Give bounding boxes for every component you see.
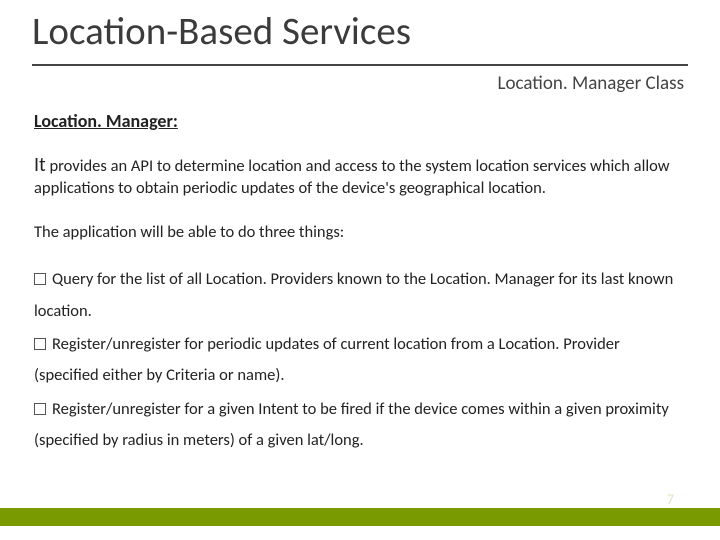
- square-bullet-icon: [34, 403, 46, 415]
- footer-accent-bar: [0, 508, 720, 526]
- square-bullet-icon: [34, 338, 46, 350]
- bullet-text: Query for the list of all Location. Prov…: [34, 269, 673, 320]
- slide-body: It provides an API to determine location…: [34, 152, 686, 458]
- bullet-list: Query for the list of all Location. Prov…: [34, 264, 686, 456]
- paragraph-three-things: The application will be able to do three…: [34, 222, 686, 242]
- paragraph-intro-rest: provides an API to determine location an…: [34, 156, 670, 198]
- bullet-text: Register/unregister for a given Intent t…: [34, 399, 669, 450]
- title-underline: [32, 64, 688, 66]
- section-heading: Location. Manager:: [34, 110, 178, 132]
- paragraph-intro-lead: It: [34, 153, 46, 177]
- square-bullet-icon: [34, 273, 46, 285]
- bullet-item: Register/unregister for periodic updates…: [34, 329, 686, 392]
- paragraph-intro: It provides an API to determine location…: [34, 152, 686, 200]
- bullet-text: Register/unregister for periodic updates…: [34, 334, 620, 385]
- slide-title: Location-Based Services: [32, 8, 411, 55]
- page-number: 7: [667, 491, 674, 508]
- bullet-item: Register/unregister for a given Intent t…: [34, 394, 686, 457]
- bullet-item: Query for the list of all Location. Prov…: [34, 264, 686, 327]
- slide-subtitle: Location. Manager Class: [497, 72, 684, 95]
